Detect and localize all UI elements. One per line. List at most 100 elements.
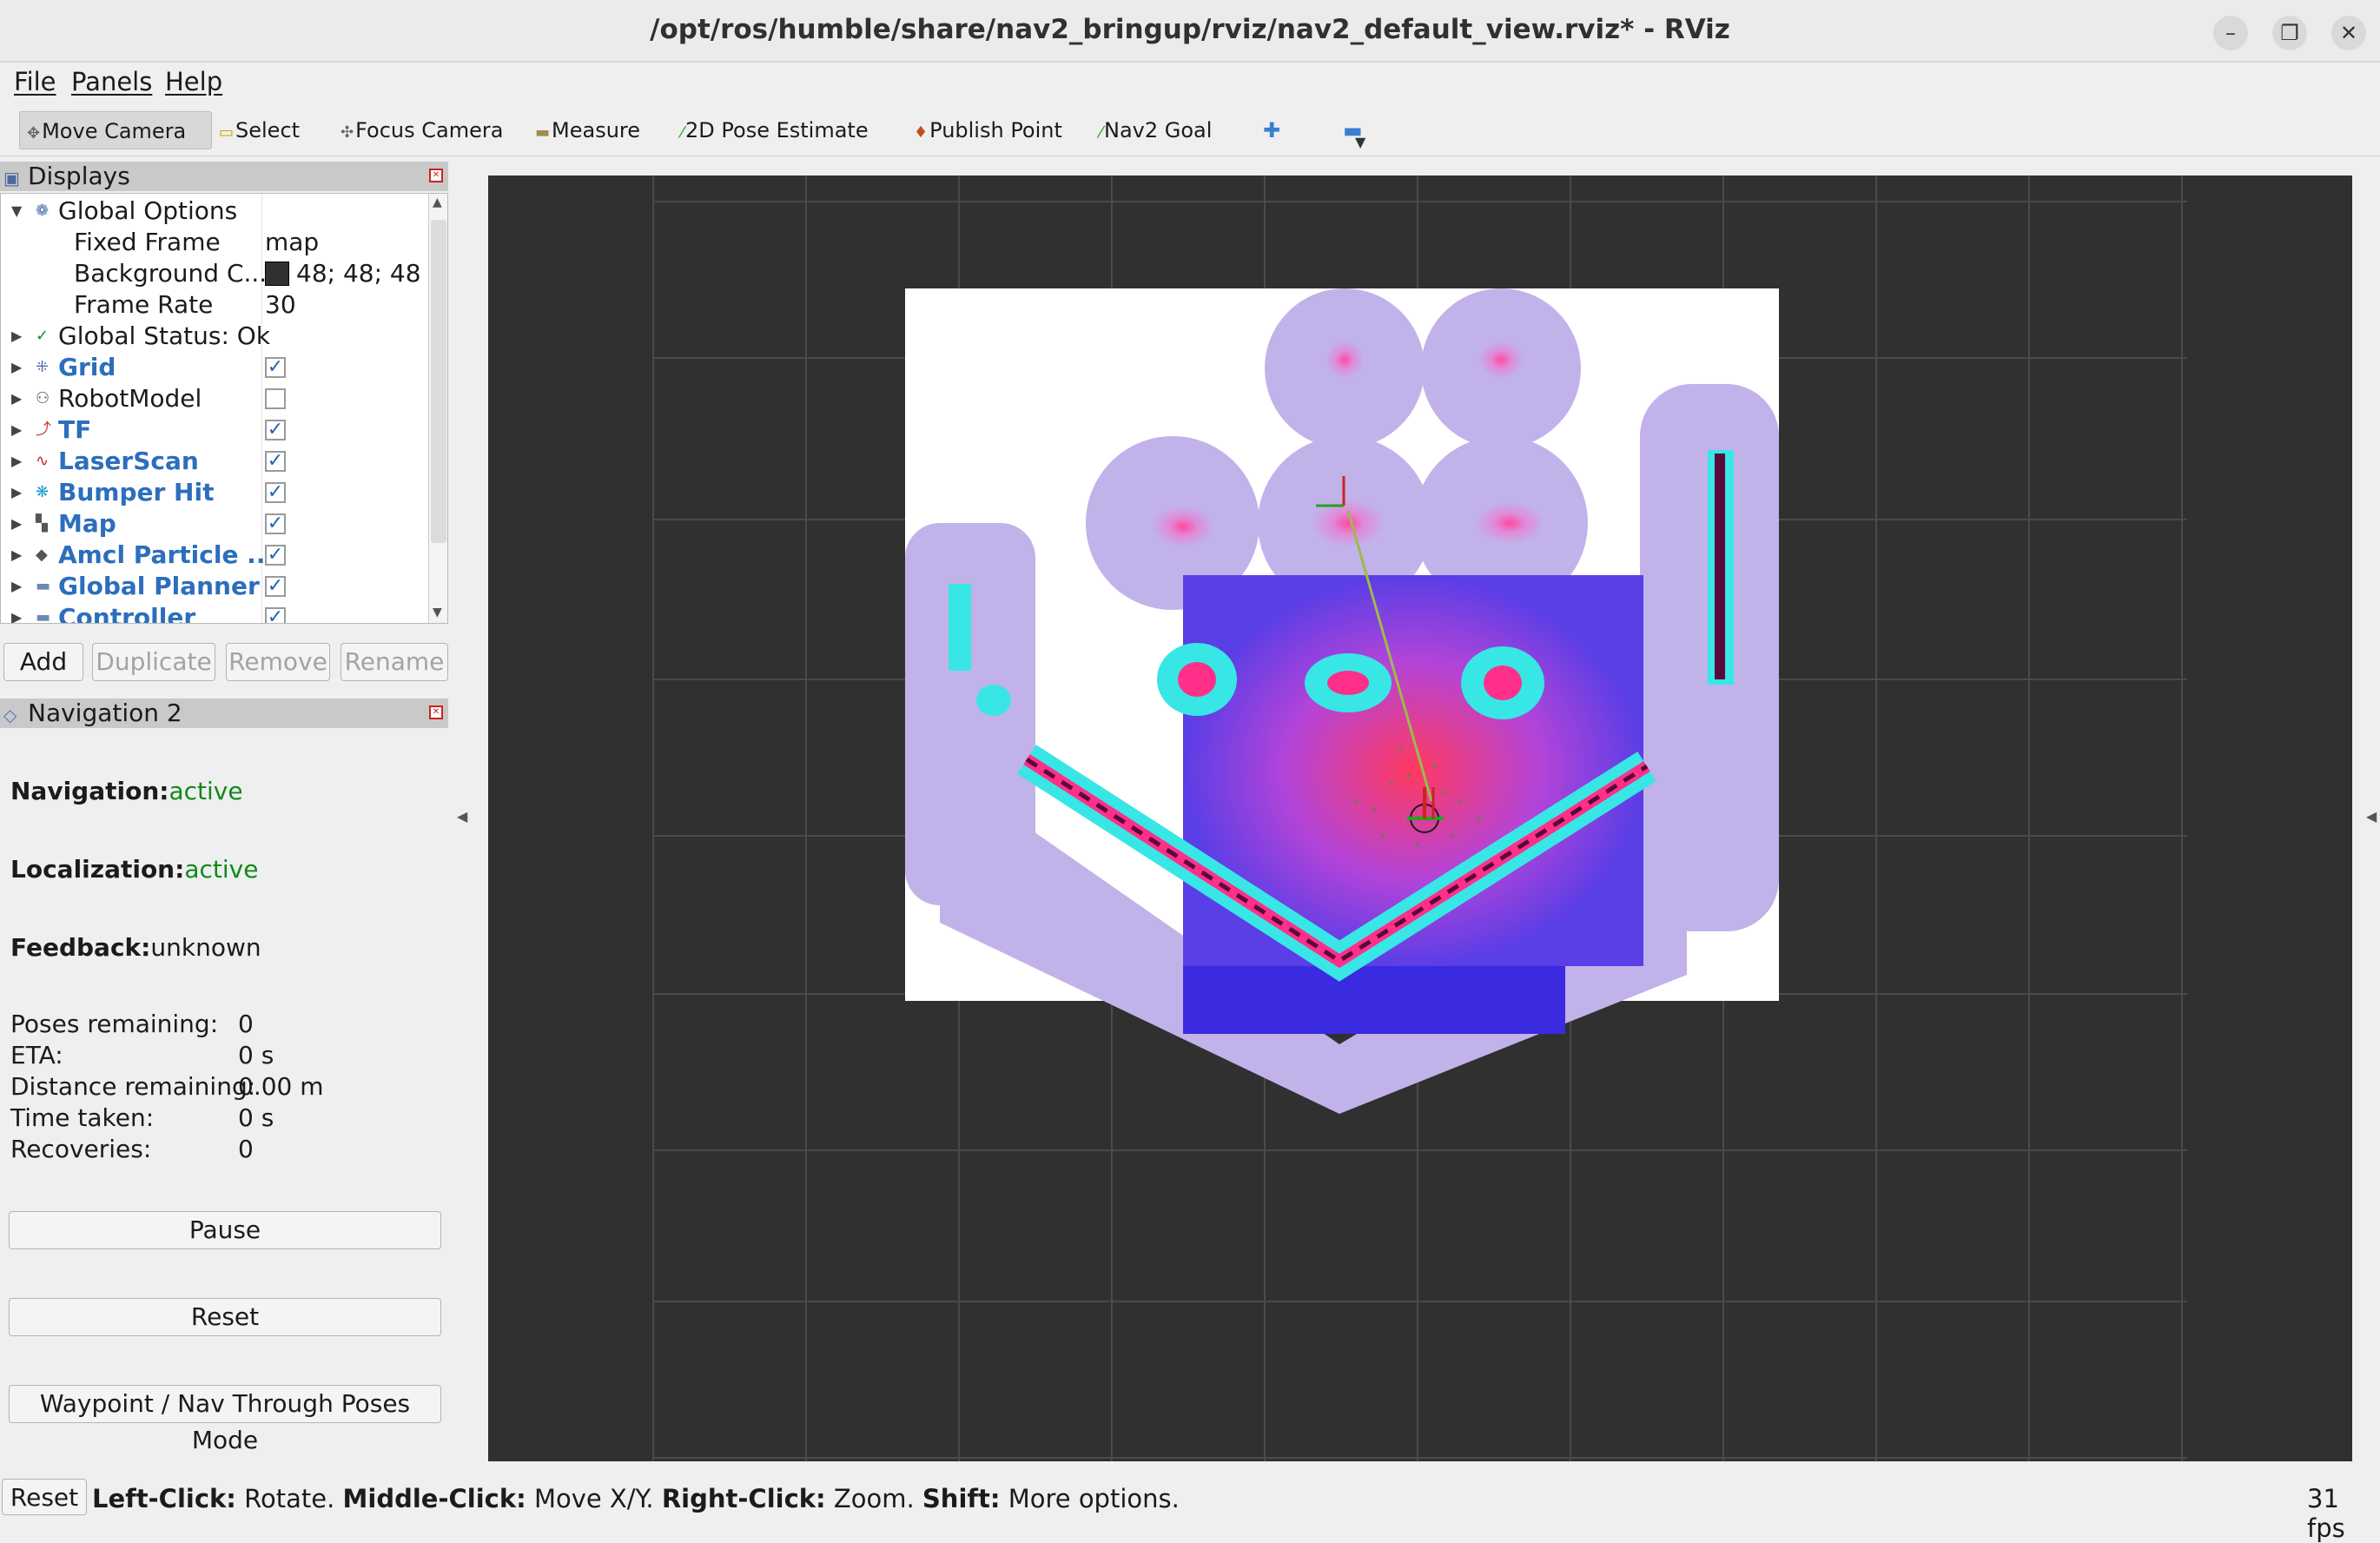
focus-camera-label: Focus Camera (355, 118, 504, 142)
duplicate-display-button[interactable]: Duplicate (92, 643, 215, 681)
grid-checkbox[interactable]: ✓ (265, 357, 286, 378)
collapsed-icon[interactable]: ▶ (11, 508, 22, 540)
map-checkbox[interactable]: ✓ (265, 513, 286, 534)
collapsed-icon[interactable]: ▶ (11, 321, 22, 352)
title-bar: /opt/ros/humble/share/nav2_bringup/rviz/… (0, 0, 2380, 63)
minimize-button[interactable]: – (2213, 16, 2248, 50)
globe-icon: ❁ (36, 202, 50, 220)
pause-button[interactable]: Pause (9, 1211, 441, 1249)
close-panel-icon[interactable]: ✕ (429, 169, 443, 182)
expanded-icon[interactable]: ▼ (11, 195, 22, 227)
add-tool-button[interactable]: ✚ (1263, 111, 1280, 149)
tree-item-controller[interactable]: ▶ ▬ Controller ✓ (1, 602, 426, 624)
select-label: Select (235, 118, 301, 142)
bumper-hit-checkbox[interactable]: ✓ (265, 482, 286, 503)
close-button[interactable]: ✕ (2331, 16, 2366, 50)
tree-item-grid[interactable]: ▶ ⁜ Grid ✓ (1, 352, 426, 383)
nav2-panel-header: ◇ Navigation 2 ✕ (0, 699, 448, 728)
global-status-label: Global Status: Ok (58, 321, 271, 350)
menu-bar: File Panels Help (0, 63, 2380, 103)
rename-display-button[interactable]: Rename (340, 643, 448, 681)
navigation-status: Navigation:active (10, 777, 243, 805)
toolbar-overflow-arrow[interactable]: ▼ (1355, 123, 1365, 162)
tree-global-options[interactable]: ▼ ❁ Global Options (1, 195, 426, 227)
navigation-value: active (169, 777, 243, 805)
collapsed-icon[interactable]: ▶ (11, 352, 22, 383)
tree-fixed-frame[interactable]: Fixed Frame map (1, 227, 426, 258)
status-hints: Left-Click: Rotate. Middle-Click: Move X… (92, 1484, 1180, 1513)
collapsed-icon[interactable]: ▶ (11, 414, 22, 446)
collapse-left-icon[interactable]: ◀ (457, 808, 467, 824)
focus-camera-tool[interactable]: ✣Focus Camera (340, 111, 503, 149)
robotmodel-checkbox[interactable] (265, 388, 286, 409)
poses-remaining-label: Poses remaining: (10, 1010, 219, 1038)
reset-view-button[interactable]: Reset (2, 1479, 87, 1515)
color-swatch[interactable] (265, 262, 289, 286)
shift-key: Shift: (922, 1484, 1001, 1513)
collapse-right-icon[interactable]: ◀ (2366, 808, 2377, 824)
tree-scrollbar[interactable]: ▲ ▼ (428, 194, 447, 623)
recoveries-label: Recoveries: (10, 1135, 152, 1163)
render-view[interactable] (488, 175, 2352, 1461)
grid-icon: ⁜ (36, 358, 50, 376)
fixed-frame-value[interactable]: map (265, 227, 319, 258)
collapsed-icon[interactable]: ▶ (11, 571, 22, 602)
recoveries-value: 0 (238, 1135, 254, 1163)
tree-global-status[interactable]: ▶ ✓ Global Status: Ok (1, 321, 426, 352)
tree-item-laserscan[interactable]: ▶ ∿ LaserScan ✓ (1, 446, 426, 477)
scene-canvas[interactable] (488, 175, 2352, 1461)
poses-remaining-value: 0 (238, 1010, 254, 1038)
tree-frame-rate[interactable]: Frame Rate 30 (1, 289, 426, 321)
move-camera-tool[interactable]: ✥Move Camera (19, 111, 212, 149)
status-bar: Reset Left-Click: Rotate. Middle-Click: … (0, 1477, 2380, 1543)
background-color-value[interactable]: 48; 48; 48 (296, 258, 421, 289)
tree-item-robotmodel[interactable]: ▶ ⚇ RobotModel (1, 383, 426, 414)
scroll-up-icon[interactable]: ▲ (433, 195, 442, 209)
tree-item-amcl-particle[interactable]: ▶ ◆ Amcl Particle ... ✓ (1, 540, 426, 571)
tree-item-bumper-hit[interactable]: ▶ ❋ Bumper Hit ✓ (1, 477, 426, 508)
background-color-label: Background C... (74, 259, 268, 288)
reset-nav-button[interactable]: Reset (9, 1298, 441, 1336)
menu-help[interactable]: Help (165, 67, 222, 96)
frame-rate-value[interactable]: 30 (265, 289, 296, 321)
collapsed-icon[interactable]: ▶ (11, 477, 22, 508)
amcl-particle-checkbox[interactable]: ✓ (265, 545, 286, 566)
collapsed-icon[interactable]: ▶ (11, 540, 22, 571)
nav2-goal-label: Nav2 Goal (1104, 118, 1213, 142)
publish-point-tool[interactable]: ♦Publish Point (914, 111, 1062, 149)
tree-item-map[interactable]: ▶ ▚ Map ✓ (1, 508, 426, 540)
nav2-icon: ◇ (3, 705, 17, 725)
collapsed-icon[interactable]: ▶ (11, 383, 22, 414)
remove-display-button[interactable]: Remove (226, 643, 330, 681)
pose-estimate-tool[interactable]: ⁄2D Pose Estimate (681, 111, 869, 149)
menu-file[interactable]: File (14, 67, 56, 96)
laserscan-checkbox[interactable]: ✓ (265, 451, 286, 472)
time-taken-label: Time taken: (10, 1103, 155, 1132)
tf-checkbox[interactable]: ✓ (265, 420, 286, 440)
collapsed-icon[interactable]: ▶ (11, 446, 22, 477)
close-panel-icon[interactable]: ✕ (429, 705, 443, 719)
tree-item-tf[interactable]: ▶ ⤴ TF ✓ (1, 414, 426, 446)
menu-panels[interactable]: Panels (71, 67, 152, 96)
global-planner-checkbox[interactable]: ✓ (265, 576, 286, 597)
measure-label: Measure (552, 118, 641, 142)
check-icon: ✓ (36, 327, 50, 345)
chevron-down-icon: ▼ (1355, 134, 1366, 150)
select-tool[interactable]: ▭Select (219, 111, 300, 149)
tree-item-global-planner[interactable]: ▶ ▬ Global Planner ✓ (1, 571, 426, 602)
local-costmap-bottom (1183, 966, 1565, 1034)
tool-bar: ✥Move Camera ▭Select ✣Focus Camera ▬Meas… (0, 103, 2380, 156)
scrollbar-thumb[interactable] (431, 220, 446, 543)
nav2-goal-tool[interactable]: ⁄Nav2 Goal (1100, 111, 1212, 149)
measure-tool[interactable]: ▬Measure (535, 111, 640, 149)
maximize-button[interactable]: ❐ (2272, 16, 2307, 50)
tree-background-color[interactable]: Background C... 48; 48; 48 (1, 258, 426, 289)
controller-checkbox[interactable]: ✓ (265, 607, 286, 623)
waypoint-mode-button[interactable]: Waypoint / Nav Through Poses Mode (9, 1385, 441, 1454)
collapsed-icon[interactable]: ▶ (11, 602, 22, 623)
add-display-button[interactable]: Add (3, 643, 83, 681)
folder-icon: ▬ (36, 608, 51, 624)
scroll-down-icon[interactable]: ▼ (433, 606, 442, 619)
feedback-label: Feedback: (10, 933, 151, 962)
eta-label: ETA: (10, 1041, 63, 1070)
